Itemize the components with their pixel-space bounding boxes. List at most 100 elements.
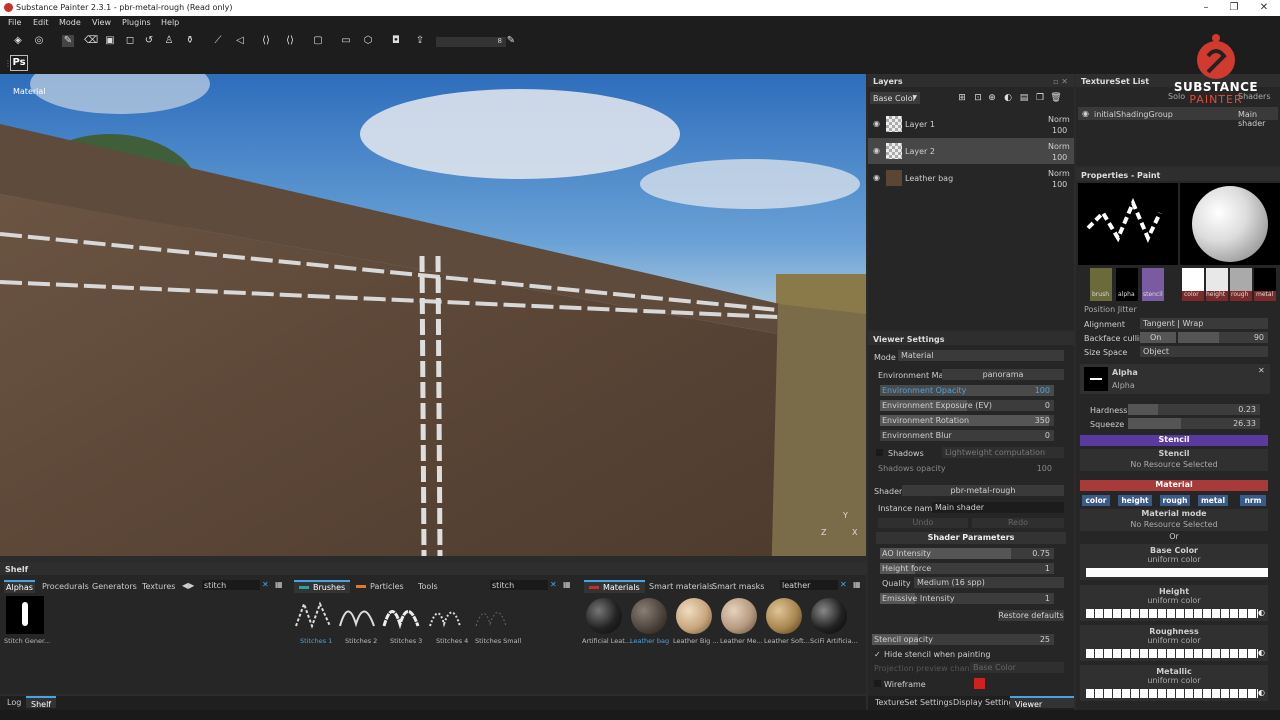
wireframe-color-swatch[interactable] — [974, 678, 985, 689]
metallic-reset-icon[interactable]: ◐ — [1258, 688, 1265, 697]
add-paint-layer-icon[interactable]: ⊡ — [972, 92, 984, 104]
grid-view-icon[interactable]: ▦ — [563, 580, 571, 589]
menu-plugins[interactable]: Plugins — [122, 18, 151, 27]
paint-brush-icon[interactable]: ✎ — [62, 35, 74, 47]
quality-select[interactable]: Medium (16 spp) — [914, 577, 1064, 588]
brush-size-slider[interactable]: 8 — [436, 37, 506, 47]
stitch-brush-icon[interactable] — [338, 598, 378, 634]
stencil-chip[interactable]: stencil — [1142, 268, 1164, 301]
photoshop-export-button[interactable]: Ps — [10, 55, 28, 71]
edit-pencil-icon[interactable]: ✎ — [505, 35, 517, 47]
menu-view[interactable]: View — [92, 18, 111, 27]
material-search-input[interactable]: leather — [780, 580, 838, 590]
clear-search-icon[interactable]: ✕ — [550, 580, 557, 589]
textureset-item-shader[interactable]: Main shader — [1238, 110, 1278, 128]
layer-row-selected[interactable]: ◉ Layer 2 Norm 100 — [868, 138, 1074, 164]
projection-icon[interactable]: ▣ — [104, 35, 116, 47]
visibility-eye-icon[interactable]: ◉ — [873, 119, 880, 128]
hide-stencil-check-icon[interactable]: ✓ — [874, 650, 881, 659]
mode-select[interactable]: Material — [898, 350, 1064, 361]
tab-viewer-settings[interactable]: Viewer Settings — [1010, 696, 1074, 718]
squeeze-slider[interactable]: 26.33 — [1128, 418, 1260, 429]
symmetry-x-icon[interactable]: ⟨⟩ — [260, 35, 272, 47]
material-thumbnail[interactable] — [676, 598, 712, 634]
mat-height-button[interactable]: height — [1118, 495, 1152, 506]
rough-chip[interactable]: rough — [1230, 268, 1252, 301]
layer-blend[interactable]: Norm — [1048, 142, 1070, 151]
mat-color-button[interactable]: color — [1082, 495, 1110, 506]
maximize-button[interactable]: ❐ — [1224, 1, 1244, 15]
clone-icon[interactable]: ♙ — [163, 35, 175, 47]
height-force-slider[interactable]: Height force 1 — [880, 563, 1054, 574]
shader-params-header[interactable]: Shader Parameters — [876, 532, 1066, 544]
redo-button[interactable]: Redo — [972, 518, 1064, 528]
roughness-slider[interactable] — [1086, 649, 1258, 658]
backface-slider[interactable]: 90 — [1178, 332, 1268, 343]
menu-edit[interactable]: Edit — [33, 18, 49, 27]
roughness-reset-icon[interactable]: ◐ — [1258, 648, 1265, 657]
close-button[interactable]: ✕ — [1254, 1, 1274, 15]
env-rotation-slider[interactable]: Environment Rotation 350 — [880, 415, 1054, 426]
menu-mode[interactable]: Mode — [59, 18, 81, 27]
smudge-icon[interactable]: ↺ — [143, 35, 155, 47]
tab-smart-materials[interactable]: Smart materials — [649, 582, 713, 591]
layer-blend[interactable]: Norm — [1048, 169, 1070, 178]
undo-button[interactable]: Undo — [878, 518, 968, 528]
duplicate-layer-icon[interactable]: ❐ — [1034, 92, 1046, 104]
screen-icon[interactable]: ▢ — [312, 35, 324, 47]
tab-textures[interactable]: Textures — [142, 582, 175, 591]
layer-name[interactable]: Leather bag — [905, 174, 953, 183]
size-space-select[interactable]: Object — [1140, 346, 1268, 357]
alpha-slot[interactable]: Alpha Alpha ✕ — [1080, 364, 1270, 394]
tab-materials[interactable]: Materials — [584, 580, 645, 593]
close-icon[interactable]: ✕ — [1258, 366, 1265, 375]
stencil-section-header[interactable]: Stencil — [1080, 435, 1268, 446]
material-thumbnail[interactable] — [586, 598, 622, 634]
metal-chip[interactable]: metal — [1254, 268, 1276, 301]
clear-search-icon[interactable]: ✕ — [840, 580, 847, 589]
mat-rough-button[interactable]: rough — [1160, 495, 1190, 506]
layer-row[interactable]: ◉ Leather bag Norm 100 — [868, 165, 1074, 191]
emissive-slider[interactable]: Emissive Intensity 1 — [880, 593, 1054, 604]
brush-search-input[interactable]: stitch — [490, 580, 548, 590]
alignment-select[interactable]: Tangent | Wrap — [1140, 318, 1268, 329]
tab-alphas[interactable]: Alphas — [4, 580, 35, 593]
alpha-thumbnail[interactable] — [6, 596, 44, 634]
ao-intensity-slider[interactable]: AO Intensity 0.75 — [880, 548, 1054, 559]
material-section-header[interactable]: Material — [1080, 480, 1268, 491]
grid-view-icon[interactable]: ▦ — [275, 580, 283, 589]
material-picker-icon[interactable]: ⚱ — [184, 35, 196, 47]
mat-nrm-button[interactable]: nrm — [1240, 495, 1266, 506]
stitch-brush-icon[interactable] — [426, 598, 466, 634]
menu-help[interactable]: Help — [161, 18, 179, 27]
alpha-chip[interactable]: alpha — [1116, 268, 1138, 301]
add-fill-layer-icon[interactable]: ⊞ — [956, 92, 968, 104]
mirror-icon[interactable]: ◁ — [234, 35, 246, 47]
base-color-swatch[interactable] — [1086, 568, 1268, 577]
color-chip[interactable]: color — [1182, 268, 1204, 301]
env-opacity-slider[interactable]: Environment Opacity 100 — [880, 385, 1054, 396]
layer-opacity[interactable]: 100 — [1052, 180, 1067, 189]
layer-blend[interactable]: Norm — [1048, 115, 1070, 124]
env-exposure-slider[interactable]: Environment Exposure (EV) 0 — [880, 400, 1054, 411]
tab-particles[interactable]: Particles — [356, 582, 404, 591]
channel-select[interactable]: Base Color ▼ — [870, 92, 920, 104]
stencil-opacity-slider[interactable]: Stencil opacity 25 — [872, 634, 1054, 645]
instance-name-input[interactable]: Main shader — [932, 502, 1064, 513]
3d-viewport[interactable]: Material Y Z X — [0, 74, 866, 556]
layer-row[interactable]: ◉ Layer 1 Norm 100 — [868, 111, 1074, 137]
textureset-item[interactable]: ◉ initialShadingGroup Main shader — [1078, 107, 1278, 128]
radio-icon[interactable]: ◉ — [1082, 109, 1089, 118]
visibility-eye-icon[interactable]: ◉ — [873, 173, 880, 182]
restore-defaults-button[interactable]: Restore defaults — [998, 610, 1064, 621]
tab-brushes[interactable]: Brushes — [294, 580, 351, 593]
shadows-checkbox[interactable] — [876, 449, 883, 456]
add-folder-icon[interactable]: ▤ — [1018, 92, 1030, 104]
material-thumbnail[interactable] — [811, 598, 847, 634]
menu-file[interactable]: File — [8, 18, 21, 27]
alpha-search-input[interactable]: stitch — [202, 580, 260, 590]
hardness-slider[interactable]: 0.23 — [1128, 404, 1260, 415]
clear-search-icon[interactable]: ✕ — [262, 580, 269, 589]
camera-icon[interactable]: ◎ — [33, 35, 45, 47]
delete-layer-icon[interactable]: 🗑 — [1050, 92, 1062, 104]
